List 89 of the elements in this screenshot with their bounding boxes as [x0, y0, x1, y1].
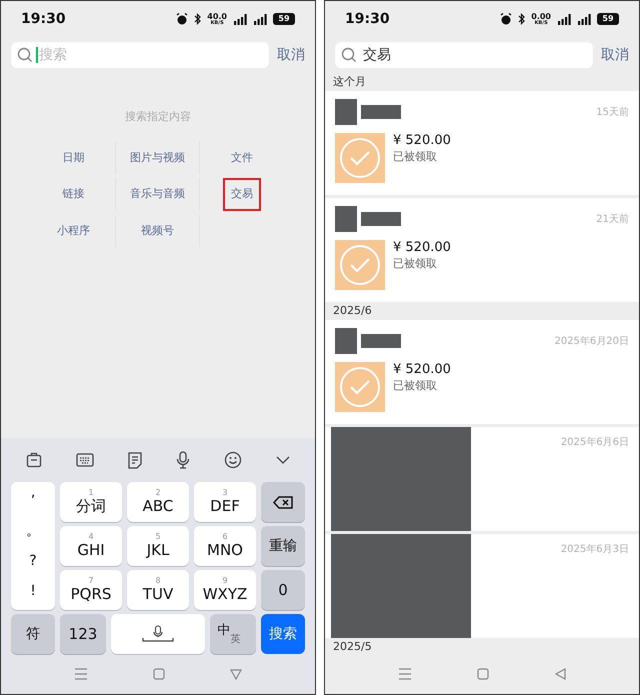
amount: ¥ 520.00 — [393, 240, 451, 256]
letter-key[interactable]: 8 TUV — [127, 570, 189, 610]
collapse-icon[interactable] — [276, 456, 290, 464]
search-key[interactable]: 搜索 — [261, 614, 305, 654]
signal-icon — [233, 14, 247, 24]
transfer-status: 已被领取 — [393, 378, 438, 394]
transaction-time: 21天前 — [596, 212, 629, 226]
signal-icon — [577, 14, 591, 24]
search-field[interactable]: 交易 — [335, 42, 593, 68]
letter-key[interactable]: 1 分词 — [60, 482, 122, 522]
transaction-card[interactable]: 15天前 ¥ 520.00 已被领取 — [325, 91, 639, 195]
home-icon[interactable] — [477, 668, 490, 680]
letter-key[interactable]: 6 MNO — [194, 526, 256, 566]
letter-key[interactable]: 9 WXYZ — [194, 570, 256, 610]
category-link[interactable]: 视频号 — [133, 214, 182, 247]
menu-icon[interactable] — [398, 668, 412, 680]
zero-key[interactable]: 0 — [261, 570, 305, 610]
category-link[interactable]: 链接 — [54, 178, 92, 210]
search-icon — [341, 47, 357, 63]
keyboard-icon[interactable] — [76, 453, 94, 467]
network-speed: 40.0 — [207, 12, 227, 20]
battery-indicator: 59 — [273, 13, 295, 25]
category-link[interactable]: 交易 — [223, 178, 261, 210]
numbers-key[interactable]: 123 — [60, 614, 106, 654]
cancel-button[interactable]: 取消 — [601, 44, 629, 66]
letter-key[interactable]: 2 ABC — [127, 482, 189, 522]
status-time: 19:30 — [21, 10, 66, 28]
search-hint: 搜索指定内容 — [125, 109, 191, 125]
transfer-status: 已被领取 — [393, 256, 438, 272]
punctuation-key[interactable]: ! — [30, 584, 36, 598]
redaction-block — [335, 206, 357, 232]
punctuation-key[interactable]: ’ — [30, 494, 36, 508]
redaction-block — [361, 105, 401, 119]
retype-key[interactable]: 重输 — [261, 526, 305, 566]
transfer-icon — [335, 362, 385, 412]
letter-key[interactable]: 4 GHI — [60, 526, 122, 566]
category-link[interactable]: 文件 — [223, 142, 261, 174]
letter-key[interactable]: 5 JKL — [127, 526, 189, 566]
alarm-icon — [176, 13, 188, 25]
letter-key[interactable]: 3 DEF — [194, 482, 256, 522]
transfer-icon — [335, 133, 385, 183]
transaction-time: 2025年6月3日 — [560, 543, 629, 557]
home-icon[interactable] — [152, 668, 165, 680]
section-header: 这个月 — [333, 74, 366, 90]
status-time: 19:30 — [345, 10, 390, 28]
back-icon[interactable] — [230, 668, 242, 680]
amount: ¥ 520.00 — [393, 133, 451, 150]
section-header: 2025/5 — [333, 638, 372, 654]
document-icon[interactable] — [128, 452, 142, 468]
punctuation-key[interactable]: ? — [29, 554, 37, 568]
backspace-icon — [273, 496, 293, 508]
space-microphone-icon — [141, 625, 175, 643]
category-link[interactable]: 图片与视频 — [122, 142, 193, 174]
section-header: 2025/6 — [333, 302, 372, 319]
network-speed: 0.00 — [531, 12, 551, 20]
category-link[interactable]: 音乐与音频 — [122, 178, 193, 210]
cancel-button[interactable]: 取消 — [277, 44, 305, 66]
category-link[interactable]: 小程序 — [49, 214, 98, 247]
transaction-time: 15天前 — [596, 106, 629, 120]
delete-key[interactable] — [261, 482, 305, 522]
punctuation-key[interactable]: 。 — [26, 524, 40, 538]
search-field[interactable]: 搜索 — [11, 42, 269, 68]
transaction-card[interactable]: 2025年6月20日 ¥ 520.00 已被领取 — [325, 320, 639, 424]
transfer-icon — [335, 240, 385, 290]
redaction-block — [335, 328, 357, 354]
signal-icon — [253, 14, 267, 24]
transfer-status: 已被领取 — [393, 149, 438, 166]
letter-key[interactable]: 7 PQRS — [60, 570, 122, 610]
signal-icon — [557, 14, 571, 24]
symbols-key[interactable]: 符 — [11, 614, 55, 654]
clipboard-icon[interactable] — [26, 452, 42, 468]
transaction-time: 2025年6月20日 — [554, 334, 629, 348]
text-cursor — [36, 47, 38, 63]
menu-icon[interactable] — [74, 668, 88, 680]
bluetooth-icon — [194, 13, 202, 25]
bluetooth-icon — [518, 13, 526, 25]
category-link[interactable]: 日期 — [54, 142, 92, 174]
redaction-block — [361, 212, 401, 226]
transaction-time: 2025年6月6日 — [560, 436, 629, 450]
redaction-block — [335, 99, 357, 125]
back-icon[interactable] — [555, 668, 566, 680]
transaction-card[interactable]: 21天前 ¥ 520.00 已被领取 — [325, 198, 639, 302]
emoji-icon[interactable] — [224, 451, 242, 469]
redaction-block — [361, 334, 401, 348]
microphone-icon[interactable] — [176, 451, 190, 469]
alarm-icon — [500, 13, 512, 25]
search-icon — [17, 47, 33, 63]
amount: ¥ 520.00 — [393, 362, 451, 378]
battery-indicator: 59 — [597, 13, 619, 25]
